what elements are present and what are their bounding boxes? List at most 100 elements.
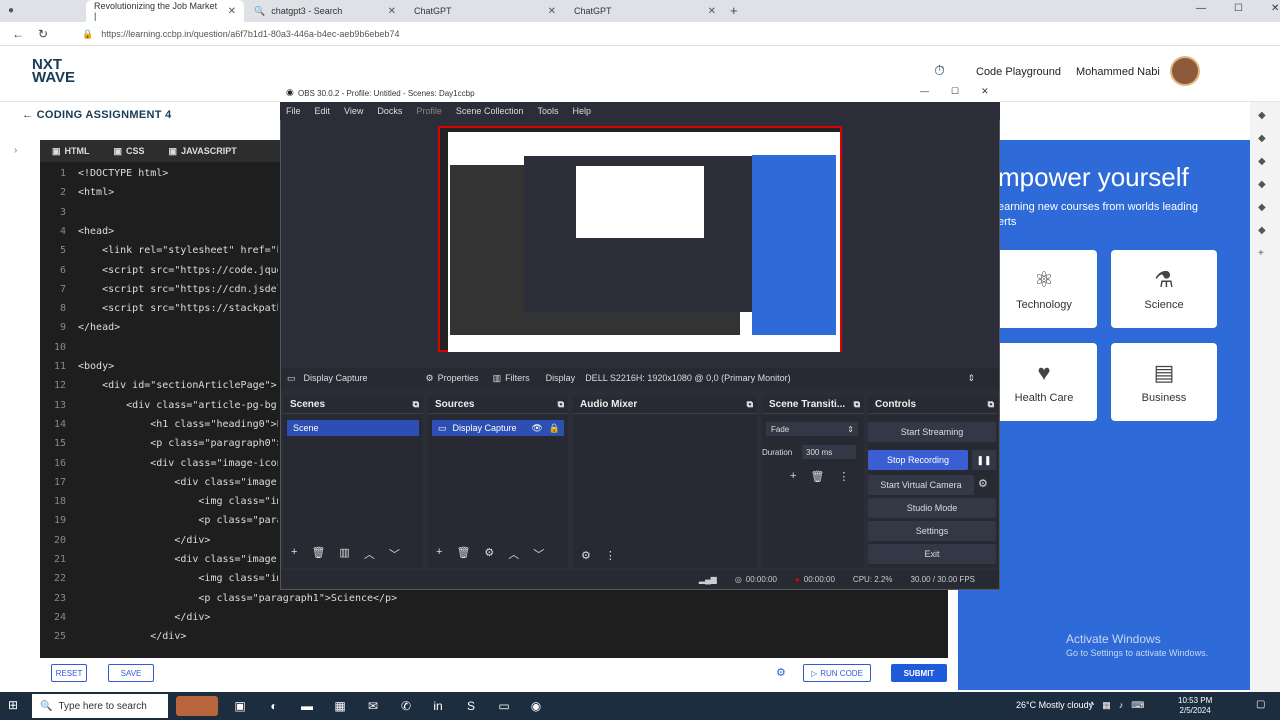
windows-start-icon[interactable]: ⊞ — [8, 698, 18, 712]
obs-minimize-icon[interactable]: — — [920, 86, 929, 97]
up-icon[interactable]: ︿ — [508, 546, 519, 562]
reload-icon[interactable]: ↻ — [38, 27, 48, 41]
undock-icon[interactable]: ⧉ — [413, 399, 419, 410]
obs-maximize-icon[interactable]: ☐ — [951, 86, 959, 97]
close-icon[interactable]: ✕ — [548, 6, 556, 17]
settings-gear-icon[interactable]: ⚙ — [776, 666, 786, 679]
linkedin-icon[interactable]: in — [428, 696, 448, 716]
zoom-icon[interactable]: ▭ — [494, 696, 514, 716]
menu-dots-icon[interactable]: ⋮ — [605, 549, 616, 562]
network-icon[interactable]: ▦ — [1102, 700, 1111, 711]
save-button[interactable]: SAVE — [108, 664, 154, 682]
add-icon[interactable]: + — [790, 470, 796, 483]
browser-tab-2[interactable]: ChatGPT ✕ — [406, 0, 564, 22]
whatsapp-icon[interactable]: ✆ — [396, 696, 416, 716]
sidebar-icon-6[interactable]: ◆ — [1258, 225, 1266, 236]
transition-select[interactable]: Fade ⇕ — [766, 422, 858, 436]
lock-icon[interactable]: 🔒 — [549, 423, 560, 434]
minimize-icon[interactable]: — — [1196, 3, 1206, 14]
browser-tab-1[interactable]: 🔍 chatgpt3 - Search ✕ — [246, 0, 404, 22]
virtual-camera-settings-icon[interactable]: ⚙ — [978, 477, 988, 490]
filters-button[interactable]: ▥ Filters — [493, 373, 530, 384]
store-icon[interactable]: ▦ — [330, 696, 350, 716]
studio-mode-button[interactable]: Studio Mode — [868, 498, 996, 518]
pause-icon[interactable]: ❚❚ — [972, 450, 996, 470]
menu-edit[interactable]: Edit — [315, 106, 331, 116]
submit-button[interactable]: SUBMIT — [891, 664, 947, 682]
tab-javascript[interactable]: ▣ JAVASCRIPT — [169, 146, 237, 157]
browser-tab-0[interactable]: Revolutionizing the Job Market | ✕ — [86, 0, 244, 22]
run-code-button[interactable]: ▷ RUN CODE — [803, 664, 871, 682]
maximize-icon[interactable]: ☐ — [1234, 3, 1243, 14]
obs-taskbar-icon[interactable]: ◉ — [526, 696, 546, 716]
taskbar-widget-image[interactable] — [176, 696, 218, 716]
eye-icon[interactable]: 👁 — [531, 423, 542, 434]
gear-icon[interactable]: ⚙ — [484, 546, 494, 562]
back-icon[interactable]: ← — [12, 27, 24, 41]
close-window-icon[interactable]: ✕ — [1271, 3, 1279, 14]
skype-icon[interactable]: S — [461, 696, 481, 716]
logo[interactable]: NXT WAVE — [32, 57, 75, 85]
display-select[interactable]: DELL S2216H: 1920x1080 @ 0,0 (Primary Mo… — [585, 373, 975, 384]
browser-tab-3[interactable]: ChatGPT ✕ — [566, 0, 724, 22]
trash-icon[interactable]: 🗑 — [311, 546, 325, 562]
outlook-icon[interactable]: ✉ — [363, 696, 383, 716]
undock-icon[interactable]: ⧉ — [854, 399, 860, 410]
undock-icon[interactable]: ⧉ — [988, 399, 994, 410]
code-playground-link[interactable]: Code Playground — [976, 66, 1061, 78]
sidebar-icon-3[interactable]: ◆ — [1258, 156, 1266, 167]
menu-dots-icon[interactable]: ⋮ — [838, 470, 849, 483]
sidebar-icon-4[interactable]: ◆ — [1258, 179, 1266, 190]
menu-profile[interactable]: Profile — [416, 106, 442, 116]
up-icon[interactable]: ︿ — [364, 546, 375, 562]
start-streaming-button[interactable]: Start Streaming — [868, 422, 996, 442]
avatar[interactable] — [1170, 56, 1200, 86]
tab-css[interactable]: ▣ CSS — [114, 146, 145, 157]
source-item[interactable]: ▭ Display Capture 👁 🔒 — [432, 420, 564, 436]
expand-icon[interactable]: › — [14, 145, 17, 156]
profile-icon[interactable]: ● — [8, 5, 14, 16]
undock-icon[interactable]: ⧉ — [747, 399, 753, 410]
task-view-icon[interactable]: ▣ — [230, 696, 250, 716]
obs-titlebar[interactable]: OBS 30.0.2 - Profile: Untitled - Scenes:… — [280, 84, 1000, 102]
menu-help[interactable]: Help — [572, 106, 591, 116]
properties-button[interactable]: ⚙ Properties — [426, 373, 479, 384]
settings-button[interactable]: Settings — [868, 521, 996, 541]
add-icon[interactable]: + — [291, 546, 297, 562]
language-icon[interactable]: ⌨ — [1131, 700, 1144, 711]
menu-docks[interactable]: Docks — [377, 106, 402, 116]
down-icon[interactable]: ﹀ — [533, 546, 544, 562]
stop-recording-button[interactable]: Stop Recording — [868, 450, 968, 470]
tab-html[interactable]: ▣ HTML — [52, 146, 90, 157]
edge-icon[interactable]: ◐ — [264, 696, 284, 716]
weather[interactable]: 26°C Mostly cloudy — [1016, 700, 1093, 710]
chevron-up-icon[interactable]: ^ — [1090, 700, 1094, 711]
menu-view[interactable]: View — [344, 106, 363, 116]
scene-item[interactable]: Scene — [287, 420, 419, 436]
duration-input[interactable]: 300 ms — [802, 445, 856, 459]
sidebar-add-icon[interactable]: + — [1258, 248, 1266, 259]
volume-icon[interactable]: ♪ — [1119, 700, 1124, 711]
close-icon[interactable]: ✕ — [388, 6, 396, 17]
new-tab-icon[interactable]: + — [730, 3, 738, 18]
reset-button[interactable]: RESET — [51, 664, 87, 682]
menu-tools[interactable]: Tools — [537, 106, 558, 116]
folder-icon[interactable]: ▬ — [297, 696, 317, 716]
clock[interactable]: 10:53 PM 2/5/2024 — [1178, 696, 1212, 716]
undock-icon[interactable]: ⧉ — [558, 399, 564, 410]
sidebar-icon-5[interactable]: ◆ — [1258, 202, 1266, 213]
filter-icon[interactable]: ▥ — [339, 546, 349, 562]
start-virtual-camera-button[interactable]: Start Virtual Camera — [868, 475, 974, 495]
menu-file[interactable]: File — [286, 106, 301, 116]
menu-scene-collection[interactable]: Scene Collection — [456, 106, 524, 116]
close-icon[interactable]: ✕ — [708, 6, 716, 17]
notifications-icon[interactable]: ▢ — [1256, 699, 1265, 710]
sidebar-icon-1[interactable]: ◆ — [1258, 110, 1266, 121]
taskbar-search[interactable]: 🔍 Type here to search — [32, 694, 168, 718]
close-icon[interactable]: ✕ — [228, 6, 236, 17]
user-name[interactable]: Mohammed Nabi — [1076, 66, 1160, 78]
trash-icon[interactable]: 🗑 — [456, 546, 470, 562]
obs-close-icon[interactable]: ✕ — [981, 86, 989, 97]
back-arrow-icon[interactable]: ← — [22, 109, 37, 121]
add-icon[interactable]: + — [436, 546, 442, 562]
